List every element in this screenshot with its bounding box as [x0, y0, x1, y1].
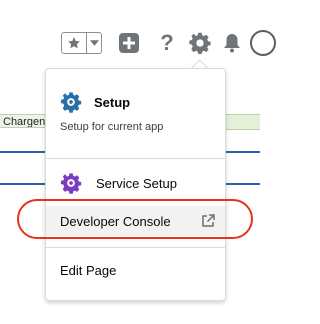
menu-item-service-setup-label: Service Setup	[96, 175, 177, 191]
background-divider	[0, 183, 48, 185]
menu-item-setup-subtitle: Setup for current app	[60, 121, 164, 133]
menu-item-developer-console[interactable]: Developer Console	[46, 206, 225, 236]
avatar[interactable]	[250, 30, 276, 56]
menu-item-service-setup[interactable]: Service Setup	[46, 172, 225, 194]
menu-item-edit-page-label: Edit Page	[60, 262, 117, 278]
add-icon	[119, 33, 139, 53]
favorites-button[interactable]	[62, 33, 87, 53]
background-divider	[222, 151, 260, 153]
favorites-button-group	[61, 32, 102, 54]
gear-icon	[60, 92, 82, 113]
external-link-icon	[202, 214, 215, 227]
background-bar	[222, 114, 260, 130]
chevron-down-icon	[89, 40, 99, 46]
menu-divider	[46, 158, 225, 159]
setup-menu: Setup Setup for current app Service Setu…	[45, 68, 226, 301]
help-icon[interactable]: ?	[156, 32, 178, 54]
star-icon	[68, 37, 80, 49]
menu-divider	[46, 247, 225, 248]
background-chip: Chargen	[0, 114, 48, 128]
notifications-button[interactable]	[222, 32, 242, 54]
gear-icon	[60, 173, 82, 194]
menu-item-developer-console-label: Developer Console	[60, 213, 171, 229]
global-actions-button[interactable]	[118, 32, 140, 54]
gear-icon	[189, 32, 211, 54]
background-divider	[222, 183, 260, 185]
setup-gear-button[interactable]	[187, 32, 213, 54]
bell-icon	[224, 34, 240, 53]
menu-item-edit-page[interactable]: Edit Page	[46, 258, 225, 282]
background-divider	[0, 151, 48, 153]
menu-item-setup-title: Setup	[94, 94, 131, 110]
menu-item-setup[interactable]: Setup Setup for current app	[46, 79, 225, 139]
favorites-dropdown-button[interactable]	[87, 33, 101, 53]
